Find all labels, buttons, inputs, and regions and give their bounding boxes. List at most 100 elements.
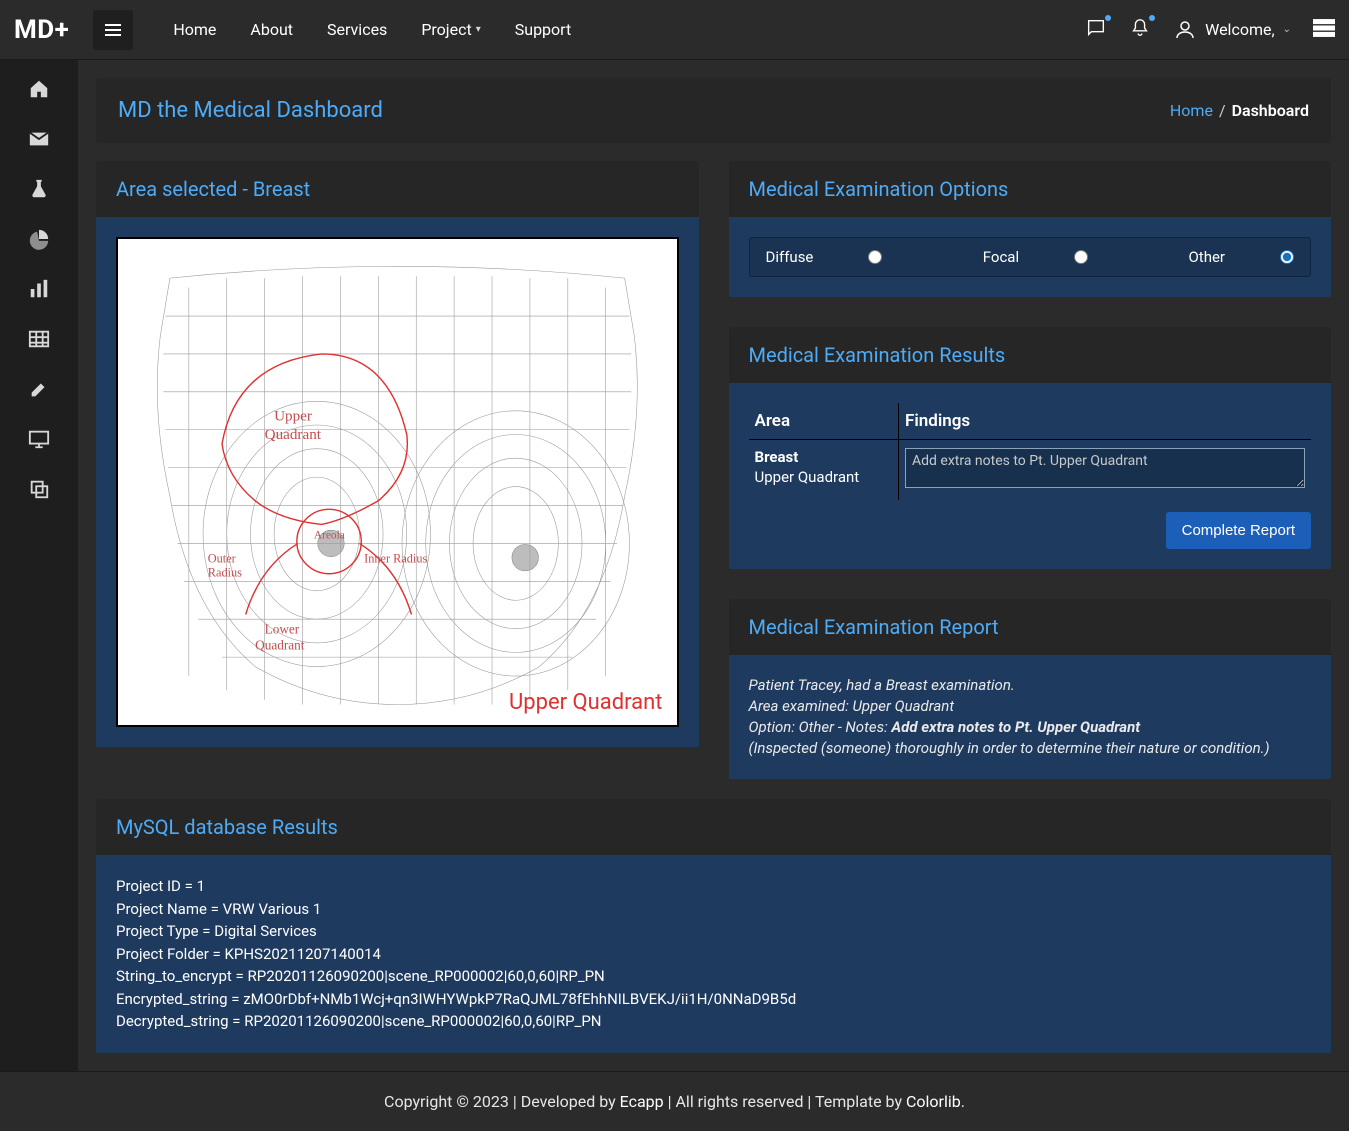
right-panel-toggle[interactable] — [1313, 19, 1335, 41]
sidebar-item-lab[interactable] — [28, 178, 50, 200]
option-diffuse-radio[interactable] — [868, 250, 882, 264]
sidebar-item-mail[interactable] — [28, 128, 50, 150]
footer-text-before: Copyright © 2023 | Developed by — [384, 1092, 620, 1111]
option-other-radio[interactable] — [1280, 250, 1294, 264]
envelope-icon — [28, 128, 50, 150]
nav-about[interactable]: About — [250, 20, 293, 39]
table-icon — [28, 328, 50, 350]
svg-text:Quadrant: Quadrant — [255, 638, 305, 653]
sidebar-item-pie[interactable] — [28, 228, 50, 250]
breadcrumb-current: Dashboard — [1232, 101, 1309, 120]
hamburger-icon — [105, 22, 121, 38]
col-area-header: Area — [749, 403, 899, 440]
report-card-header: Medical Examination Report — [729, 599, 1332, 655]
option-focal-label: Focal — [983, 248, 1019, 266]
table-row: Breast Upper Quadrant — [749, 440, 1312, 501]
svg-text:Areola: Areola — [314, 530, 345, 542]
area-name: Breast — [755, 448, 893, 466]
mysql-card-title: MySQL database Results — [116, 815, 1311, 839]
chevron-down-icon: ▾ — [476, 24, 481, 35]
menu-lines-icon — [1313, 19, 1335, 37]
main-content: MD the Medical Dashboard Home / Dashboar… — [78, 60, 1349, 1071]
welcome-text: Welcome, — [1205, 20, 1275, 39]
bar-chart-icon — [28, 278, 50, 300]
col-findings-header: Findings — [899, 403, 1312, 440]
mysql-line: Project Type = Digital Services — [116, 920, 1311, 943]
hamburger-toggle[interactable] — [93, 10, 133, 50]
image-label: Upper Quadrant — [509, 690, 663, 715]
area-card-header: Area selected - Breast — [96, 161, 699, 217]
anatomy-wireframe: Upper Quadrant Outer Radius Inner Radius… — [132, 251, 663, 713]
svg-text:Inner Radius: Inner Radius — [364, 552, 427, 566]
complete-report-button[interactable]: Complete Report — [1166, 512, 1311, 549]
mysql-card-body: Project ID = 1 Project Name = VRW Variou… — [96, 855, 1331, 1053]
mysql-line: Encrypted_string = zMO0rDbf+NMb1Wcj+qn3I… — [116, 988, 1311, 1011]
sidebar-item-monitor[interactable] — [28, 428, 50, 450]
nav-services[interactable]: Services — [327, 20, 387, 39]
mysql-line: Project Folder = KPHS20211207140014 — [116, 943, 1311, 966]
edit-icon — [28, 378, 50, 400]
mysql-line: Project Name = VRW Various 1 — [116, 898, 1311, 921]
report-line-3: Option: Other - Notes: Add extra notes t… — [749, 717, 1312, 738]
monitor-icon — [28, 428, 50, 450]
topbar: MD+ Home About Services Project ▾ Suppor… — [0, 0, 1349, 60]
copy-icon — [28, 478, 50, 500]
top-icons: Welcome, ⌄ — [1085, 17, 1335, 43]
report-card: Medical Examination Report Patient Trace… — [729, 599, 1332, 779]
mysql-line: Decrypted_string = RP20201126090200|scen… — [116, 1010, 1311, 1033]
report-line-3-prefix: Option: Other - Notes: — [749, 718, 892, 736]
results-table: Area Findings Breast Upper Quadrant — [749, 403, 1312, 500]
footer-link-ecapp[interactable]: Ecapp — [620, 1092, 664, 1111]
messages-button[interactable] — [1085, 17, 1107, 43]
col-right: Medical Examination Options Diffuse Foca… — [729, 161, 1332, 779]
svg-text:Outer: Outer — [208, 552, 236, 566]
options-row: Diffuse Focal Other — [749, 237, 1312, 277]
nav-home[interactable]: Home — [173, 20, 216, 39]
nav-support[interactable]: Support — [515, 20, 571, 39]
svg-text:Lower: Lower — [265, 622, 300, 637]
footer-text-after: . — [961, 1092, 965, 1111]
results-card-body: Area Findings Breast Upper Quadrant — [729, 383, 1332, 569]
user-icon — [1173, 18, 1197, 42]
footer-link-colorlib[interactable]: Colorlib — [906, 1092, 961, 1111]
svg-text:Upper: Upper — [274, 407, 312, 424]
sidebar-item-table[interactable] — [28, 328, 50, 350]
report-card-title: Medical Examination Report — [749, 615, 1312, 639]
sidebar-item-edit[interactable] — [28, 378, 50, 400]
sidebar-item-home[interactable] — [28, 78, 50, 100]
notifications-badge — [1149, 15, 1155, 21]
pie-chart-icon — [28, 228, 50, 250]
layout: MD the Medical Dashboard Home / Dashboar… — [0, 60, 1349, 1071]
page-title: MD the Medical Dashboard — [118, 98, 383, 123]
notifications-button[interactable] — [1129, 17, 1151, 43]
results-card-title: Medical Examination Results — [749, 343, 1312, 367]
option-other-label: Other — [1188, 248, 1225, 266]
flask-icon — [28, 178, 50, 200]
breadcrumb-home[interactable]: Home — [1170, 101, 1213, 120]
option-focal-radio[interactable] — [1074, 250, 1088, 264]
report-line-3-notes: Add extra notes to Pt. Upper Quadrant — [891, 718, 1140, 736]
footer-text: Copyright © 2023 | Developed by Ecapp | … — [384, 1092, 965, 1111]
sidebar-item-copy[interactable] — [28, 478, 50, 500]
area-card: Area selected - Breast — [96, 161, 699, 747]
home-icon — [28, 78, 50, 100]
svg-text:Quadrant: Quadrant — [265, 426, 322, 443]
page-header: MD the Medical Dashboard Home / Dashboar… — [96, 78, 1331, 143]
nav-project[interactable]: Project ▾ — [421, 20, 480, 39]
sidebar-item-bar[interactable] — [28, 278, 50, 300]
findings-textarea[interactable] — [905, 448, 1305, 488]
mysql-card-header: MySQL database Results — [96, 799, 1331, 855]
col-left: Area selected - Breast — [96, 161, 699, 747]
brand-logo: MD+ — [14, 15, 69, 45]
mysql-card: MySQL database Results Project ID = 1 Pr… — [96, 799, 1331, 1053]
top-nav: Home About Services Project ▾ Support — [173, 20, 571, 39]
area-card-title: Area selected - Breast — [116, 177, 679, 201]
medical-image-area: Upper Quadrant Outer Radius Inner Radius… — [116, 237, 679, 727]
messages-badge — [1105, 15, 1111, 21]
options-card: Medical Examination Options Diffuse Foca… — [729, 161, 1332, 297]
sidebar — [0, 60, 78, 1071]
user-menu[interactable]: Welcome, ⌄ — [1173, 18, 1291, 42]
report-card-body: Patient Tracey, had a Breast examination… — [729, 655, 1332, 779]
chevron-down-icon: ⌄ — [1283, 24, 1291, 35]
options-card-body: Diffuse Focal Other — [729, 217, 1332, 297]
